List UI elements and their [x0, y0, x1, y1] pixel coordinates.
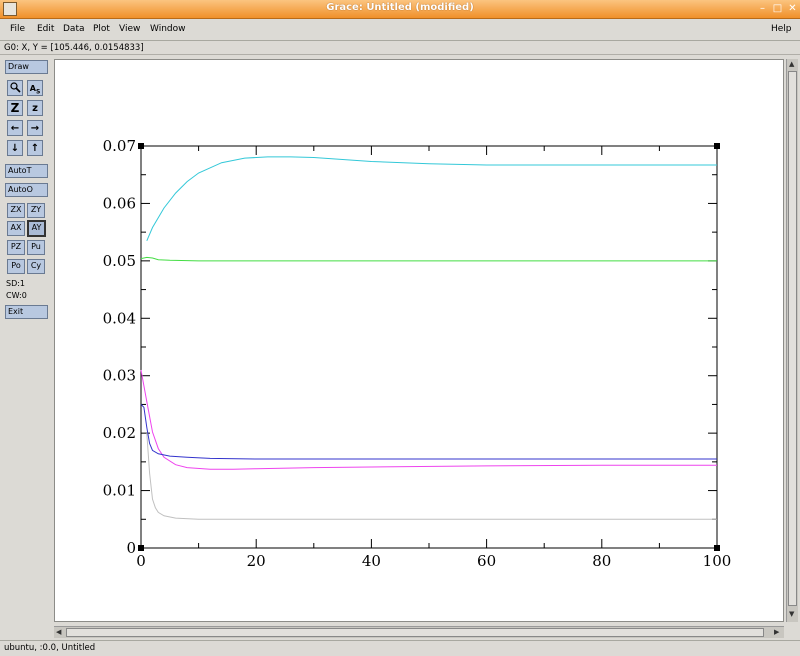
menubar: File Edit Data Plot View Window Help — [0, 19, 800, 41]
menu-plot[interactable]: Plot — [93, 24, 110, 34]
line-chart: 0 20 40 60 80 100 0 0.01 0.02 0.03 0.04 0.05 0.06 0.0… — [103, 137, 732, 570]
menu-view[interactable]: View — [119, 24, 140, 34]
series-line-2 — [140, 256, 717, 262]
cy-button[interactable]: Cy — [27, 259, 45, 274]
window-titlebar: Grace: Untitled (modified) – □ ✕ — [0, 0, 800, 19]
y-tick-label: 0.04 — [103, 309, 136, 327]
scroll-left-arrow-icon[interactable]: ◀ — [56, 628, 61, 636]
minimize-icon[interactable]: – — [756, 2, 769, 15]
locator-readout: G0: X, Y = [105.446, 0.0154833] — [0, 41, 800, 55]
plot-frame — [140, 145, 718, 549]
zx-button[interactable]: ZX — [7, 203, 25, 218]
tool-panel: Draw AS Z z ← → ↓ ↑ AutoT AutoO ZX ZY AX… — [0, 56, 52, 626]
scroll-up-button[interactable]: ↑ — [27, 140, 43, 156]
menu-file[interactable]: File — [10, 24, 25, 34]
y-tick-label: 0.01 — [103, 482, 136, 500]
menu-data[interactable]: Data — [63, 24, 85, 34]
status-bar: ubuntu, :0.0, Untitled — [0, 640, 800, 656]
y-tick-label: 0 — [126, 539, 136, 557]
menu-help[interactable]: Help — [771, 24, 792, 34]
scroll-up-arrow-icon[interactable]: ▲ — [789, 60, 794, 68]
current-world-label: CW:0 — [6, 291, 27, 300]
zoom-out-button[interactable]: z — [27, 100, 43, 116]
arrow-right-icon: → — [30, 123, 40, 134]
vertical-scrollbar[interactable]: ▲ ▼ — [786, 59, 798, 622]
ax-button[interactable]: AX — [7, 221, 25, 236]
autoscale-text-icon: AS — [29, 84, 41, 96]
scroll-left-button[interactable]: ← — [7, 120, 23, 136]
horizontal-scrollbar[interactable]: ◀ ▶ — [54, 626, 784, 638]
graph-corner-handle — [138, 545, 144, 551]
exit-button[interactable]: Exit — [5, 305, 48, 319]
maximize-icon[interactable]: □ — [771, 2, 784, 15]
series-line-4 — [140, 404, 717, 460]
arrow-down-icon: ↓ — [10, 143, 20, 154]
series-line-1 — [146, 156, 717, 241]
y-tick-label: 0.02 — [103, 424, 136, 442]
pu-button[interactable]: Pu — [27, 240, 45, 255]
vertical-scroll-thumb[interactable] — [788, 71, 797, 606]
x-tick-label: 0 — [136, 552, 146, 570]
x-tick-label: 20 — [247, 552, 266, 570]
x-tick-label: 100 — [703, 552, 732, 570]
horizontal-scroll-thumb[interactable] — [66, 628, 764, 637]
arrow-up-icon: ↑ — [30, 143, 40, 154]
autot-button[interactable]: AutoT — [5, 164, 48, 178]
close-icon[interactable]: ✕ — [786, 2, 799, 15]
x-tick-label: 60 — [477, 552, 496, 570]
zoom-in-label: Z — [10, 101, 20, 115]
autoo-button[interactable]: AutoO — [5, 183, 48, 197]
po-button[interactable]: Po — [7, 259, 25, 274]
graph-corner-handle — [138, 143, 144, 149]
scroll-down-arrow-icon[interactable]: ▼ — [789, 610, 794, 618]
y-tick-label: 0.05 — [103, 252, 136, 270]
scroll-right-button[interactable]: → — [27, 120, 43, 136]
window-title: Grace: Untitled (modified) — [326, 2, 474, 13]
set-count-label: SD:1 — [6, 279, 26, 288]
series-line-3 — [140, 369, 717, 470]
scroll-right-arrow-icon[interactable]: ▶ — [774, 628, 779, 636]
graph-corner-handle — [714, 545, 720, 551]
graph-corner-handle — [714, 143, 720, 149]
autoscale-text-button[interactable]: AS — [27, 80, 43, 96]
y-tick-label: 0.03 — [103, 367, 136, 385]
zoom-button[interactable] — [7, 80, 23, 96]
draw-button[interactable]: Draw — [5, 60, 48, 74]
ay-button[interactable]: AY — [27, 220, 46, 237]
y-tick-label: 0.06 — [103, 194, 136, 212]
arrow-left-icon: ← — [10, 123, 20, 134]
pz-button[interactable]: PZ — [7, 240, 25, 255]
zoom-out-label: z — [32, 103, 38, 114]
series-line-5 — [146, 433, 717, 520]
magnifier-icon — [10, 82, 21, 93]
zy-button[interactable]: ZY — [27, 203, 45, 218]
x-tick-label: 80 — [592, 552, 611, 570]
scroll-down-button[interactable]: ↓ — [7, 140, 23, 156]
x-tick-label: 40 — [362, 552, 381, 570]
y-tick-label: 0.07 — [103, 137, 136, 155]
menu-edit[interactable]: Edit — [37, 24, 54, 34]
plot-canvas[interactable]: 0 20 40 60 80 100 0 0.01 0.02 0.03 0.04 0.05 0.06 0.0… — [54, 59, 784, 622]
menu-window[interactable]: Window — [150, 24, 186, 34]
zoom-in-button[interactable]: Z — [7, 100, 23, 116]
